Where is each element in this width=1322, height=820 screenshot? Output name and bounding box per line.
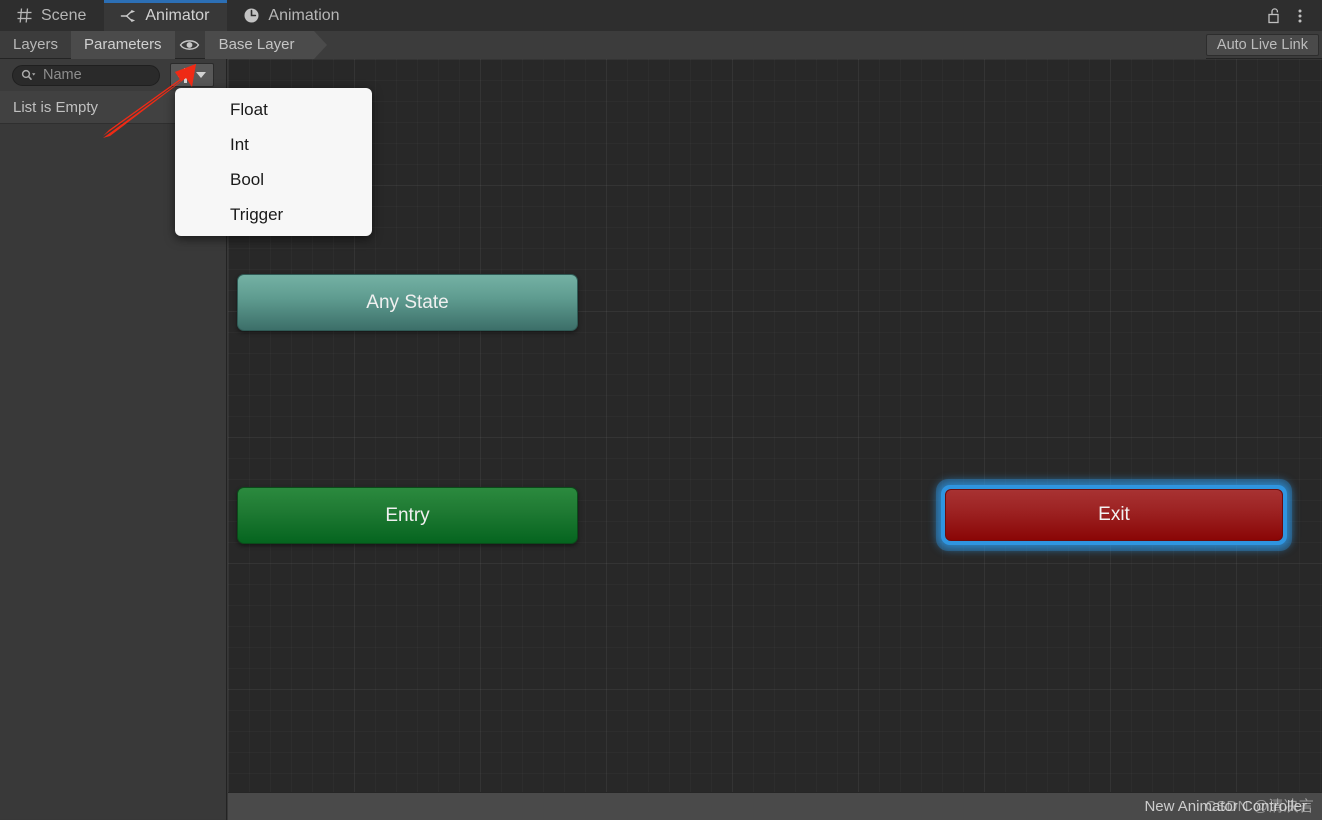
- state-node-entry[interactable]: Entry: [237, 487, 578, 544]
- state-node-entry-label: Entry: [385, 504, 430, 526]
- parameters-button[interactable]: Parameters: [71, 30, 175, 59]
- status-bar: New Animator Controller: [228, 792, 1322, 820]
- tab-animator[interactable]: Animator: [104, 0, 228, 31]
- breadcrumb[interactable]: Base Layer: [204, 30, 328, 59]
- window-controls: [1262, 0, 1322, 31]
- window-tab-bar: Scene Animator Animation: [0, 0, 1322, 31]
- tab-scene[interactable]: Scene: [0, 0, 105, 31]
- menu-item-float[interactable]: Float: [175, 92, 372, 127]
- tab-animation-label: Animation: [268, 6, 340, 24]
- tab-scene-label: Scene: [41, 6, 87, 24]
- menu-item-trigger[interactable]: Trigger: [175, 197, 372, 232]
- add-parameter-menu[interactable]: Float Int Bool Trigger: [175, 88, 372, 236]
- parameters-label: Parameters: [84, 36, 162, 53]
- menu-item-bool-label: Bool: [230, 169, 265, 189]
- parameters-search-row: [0, 59, 230, 91]
- animator-window: Scene Animator Animation Layers Paramete…: [0, 0, 1322, 820]
- state-node-any-state-label: Any State: [366, 291, 449, 313]
- watermark-text: CSDN @清决言: [1205, 798, 1314, 815]
- state-node-any-state[interactable]: Any State: [237, 274, 578, 331]
- layers-label: Layers: [13, 36, 59, 53]
- menu-item-trigger-label: Trigger: [230, 204, 284, 224]
- animator-branch-icon: [120, 7, 137, 24]
- clock-icon: [243, 7, 260, 24]
- breadcrumb-label: Base Layer: [218, 36, 295, 53]
- plus-icon: [178, 67, 193, 83]
- auto-live-link-label: Auto Live Link: [1216, 36, 1308, 53]
- animator-graph-canvas[interactable]: Any State Entry Exit: [228, 59, 1322, 792]
- auto-live-link-button[interactable]: Auto Live Link: [1205, 33, 1319, 56]
- toolbar-spacer: [314, 30, 1206, 59]
- eye-icon[interactable]: [175, 31, 205, 59]
- state-node-exit-label: Exit: [1098, 504, 1130, 525]
- animator-toolbar: Layers Parameters Base Layer Auto Live L…: [0, 30, 1322, 59]
- search-box[interactable]: [12, 64, 230, 86]
- menu-item-float-label: Float: [230, 99, 268, 119]
- menu-item-bool[interactable]: Bool: [175, 162, 372, 197]
- search-input[interactable]: [36, 67, 230, 83]
- tab-animator-label: Animator: [145, 6, 210, 24]
- grid-icon: [16, 7, 33, 24]
- kebab-menu-icon[interactable]: [1288, 3, 1312, 29]
- layers-button[interactable]: Layers: [0, 31, 71, 59]
- state-node-exit[interactable]: Exit: [945, 489, 1283, 541]
- watermark: CSDN @清决言: [1205, 795, 1314, 816]
- parameters-empty-label: List is Empty: [13, 98, 99, 116]
- menu-item-int-label: Int: [230, 134, 249, 154]
- tab-animation[interactable]: Animation: [227, 0, 358, 31]
- unlocked-padlock-icon[interactable]: [1262, 3, 1286, 29]
- menu-item-int[interactable]: Int: [175, 127, 372, 162]
- state-node-exit-selection: Exit: [936, 479, 1292, 551]
- search-icon: [21, 69, 36, 82]
